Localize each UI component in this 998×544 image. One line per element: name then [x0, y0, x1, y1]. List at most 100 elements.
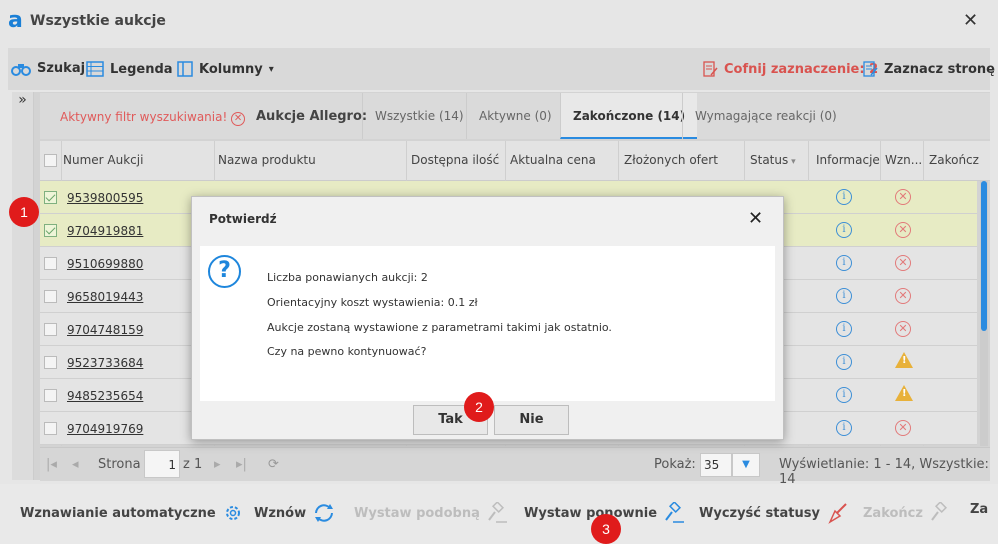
tab-ended[interactable]: Zakończone (14) — [560, 93, 698, 139]
chevron-down-icon[interactable]: ▼ — [732, 453, 760, 477]
columns-icon — [177, 61, 193, 77]
tab-all[interactable]: Wszystkie (14) — [362, 93, 476, 139]
gavel-icon — [931, 502, 947, 521]
dialog-line: Orientacyjny koszt wystawienia: 0.1 zł — [267, 296, 478, 309]
clear-statuses-button[interactable]: Wyczyść statusy — [699, 502, 850, 524]
info-icon[interactable]: i — [836, 387, 852, 403]
prev-page-icon[interactable]: ◂ — [72, 457, 79, 472]
chevron-down-icon: ▾ — [268, 63, 274, 75]
info-icon[interactable]: i — [836, 420, 852, 436]
error-icon: ✕ — [895, 255, 911, 271]
end-button[interactable]: Zakończ — [863, 502, 951, 524]
auction-number-link[interactable]: 9523733684 — [67, 356, 143, 370]
column-header[interactable]: Informacje — [816, 153, 880, 167]
select-page-button[interactable]: Zaznacz stronę — [862, 61, 995, 77]
dialog-title: Potwierdź — [209, 212, 277, 226]
page-size-select[interactable]: 35 — [700, 453, 732, 477]
next-page-icon[interactable]: ▸ — [214, 457, 221, 472]
dialog-line: Aukcje zostaną wystawione z parametrami … — [267, 321, 612, 334]
column-header[interactable]: Wzn... — [885, 153, 922, 167]
auction-number-link[interactable]: 9658019443 — [67, 290, 143, 304]
info-icon[interactable]: i — [836, 288, 852, 304]
list-similar-button[interactable]: Wystaw podobną — [354, 502, 508, 524]
no-button[interactable]: Nie — [494, 405, 569, 435]
row-checkbox[interactable] — [44, 356, 57, 369]
undo-selection-button[interactable]: Cofnij zaznaczenie: 2 — [702, 61, 878, 77]
column-header[interactable]: Aktualna cena — [510, 153, 596, 167]
row-checkbox[interactable] — [44, 422, 57, 435]
active-filter-warning[interactable]: Aktywny filtr wyszukiwania! ✕ — [60, 110, 246, 126]
legend-button[interactable]: Legenda — [86, 61, 173, 77]
refresh-icon[interactable]: ⟳ — [268, 457, 279, 472]
auction-number-link[interactable]: 9704919769 — [67, 422, 143, 436]
row-checkbox[interactable] — [44, 224, 57, 237]
column-header[interactable]: Nazwa produktu — [218, 153, 316, 167]
page-label: Strona — [98, 457, 141, 472]
columns-button[interactable]: Kolumny ▾ — [177, 61, 274, 77]
column-header[interactable]: Numer Aukcji — [63, 153, 143, 167]
edit-doc-icon — [703, 61, 718, 77]
dialog-line: Liczba ponawianych aukcji: 2 — [267, 271, 428, 284]
auction-number-link[interactable]: 9539800595 — [67, 191, 143, 205]
row-checkbox[interactable] — [44, 191, 57, 204]
warning-icon — [895, 352, 913, 368]
row-checkbox[interactable] — [44, 323, 57, 336]
row-checkbox[interactable] — [44, 389, 57, 402]
select-all-checkbox[interactable] — [44, 154, 57, 167]
row-checkbox[interactable] — [44, 257, 57, 270]
step-badge: 2 — [464, 392, 494, 422]
dialog-close-icon[interactable]: ✕ — [748, 208, 763, 229]
error-icon: ✕ — [895, 420, 911, 436]
page-input[interactable]: 1 — [144, 450, 180, 478]
list-icon — [86, 61, 104, 77]
auto-resume-label: Wznawianie automatyczne — [20, 505, 216, 521]
last-page-icon[interactable]: ▸| — [236, 457, 247, 472]
error-icon: ✕ — [895, 189, 911, 205]
binoculars-icon — [11, 63, 31, 76]
status-header-label: Status — [750, 153, 789, 167]
search-button[interactable]: Szukaj — [11, 61, 85, 76]
info-icon[interactable]: i — [836, 255, 852, 271]
question-icon: ? — [208, 255, 241, 288]
close-window-icon[interactable]: ✕ — [963, 10, 978, 31]
more-button[interactable]: Za — [970, 502, 988, 517]
first-page-icon[interactable]: |◂ — [46, 457, 57, 472]
info-icon[interactable]: i — [836, 189, 852, 205]
broom-icon — [828, 503, 847, 524]
tabs-label: Aukcje Allegro: — [256, 109, 368, 124]
error-icon: ✕ — [895, 288, 911, 304]
auction-number-link[interactable]: 9485235654 — [67, 389, 143, 403]
info-icon[interactable]: i — [836, 354, 852, 370]
end-label: Zakończ — [863, 505, 923, 521]
warning-icon — [895, 385, 913, 401]
gavel-icon — [665, 502, 685, 523]
resume-label: Wznów — [254, 505, 307, 521]
gear-icon — [225, 506, 240, 520]
auction-number-link[interactable]: 9510699880 — [67, 257, 143, 271]
info-icon[interactable]: i — [836, 321, 852, 337]
list-similar-label: Wystaw podobną — [354, 505, 480, 521]
tab-active[interactable]: Aktywne (0) — [466, 93, 564, 139]
error-icon: ✕ — [895, 222, 911, 238]
column-header[interactable]: Status ▾ — [750, 153, 796, 167]
auction-number-link[interactable]: 9704919881 — [67, 224, 143, 238]
column-header[interactable]: Złożonych ofert — [624, 153, 718, 167]
column-header[interactable]: Zakończ — [929, 153, 979, 167]
display-summary: Wyświetlanie: 1 - 14, Wszystkie: 14 — [779, 457, 989, 487]
tab-requires-action[interactable]: Wymagające reakcji (0) — [682, 93, 849, 139]
row-checkbox[interactable] — [44, 290, 57, 303]
step-badge: 1 — [9, 197, 39, 227]
auction-number-link[interactable]: 9704748159 — [67, 323, 143, 337]
step-badge: 3 — [591, 514, 621, 544]
refresh-icon — [315, 504, 334, 522]
expand-panel-icon[interactable]: » — [12, 92, 34, 480]
undo-selection-label: Cofnij zaznaczenie: 2 — [724, 61, 879, 77]
info-icon[interactable]: i — [836, 222, 852, 238]
column-header[interactable]: Dostępna ilość — [411, 153, 499, 167]
list-again-label: Wystaw ponownie — [524, 505, 658, 521]
clear-filter-icon[interactable]: ✕ — [231, 112, 246, 126]
resume-button[interactable]: Wznów — [254, 502, 336, 524]
columns-label: Kolumny — [199, 61, 263, 77]
auto-resume-button[interactable]: Wznawianie automatyczne — [20, 502, 244, 524]
scrollbar-thumb[interactable] — [981, 181, 987, 331]
